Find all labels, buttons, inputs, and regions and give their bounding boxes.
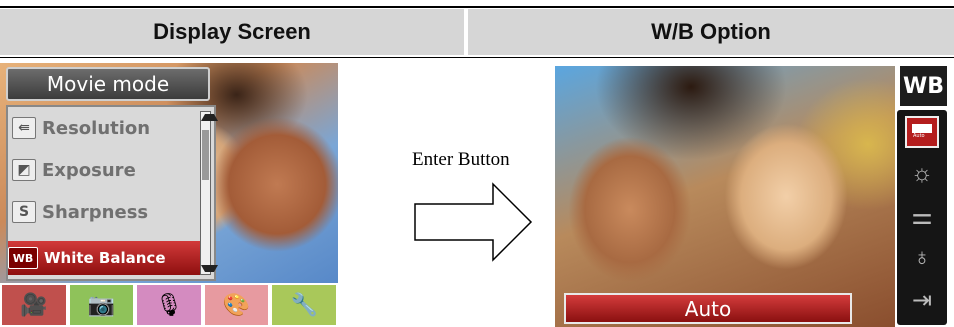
right-arrow-icon xyxy=(414,182,533,262)
menu-item-white-balance[interactable]: WB White Balance xyxy=(8,241,200,275)
tab-effects[interactable]: 🎨 xyxy=(202,283,271,327)
sharpness-icon: S xyxy=(12,201,36,223)
wb-option-tungsten[interactable]: ♁ xyxy=(905,242,939,274)
movie-camera-icon: 🎥 xyxy=(20,292,48,317)
enter-button-label: Enter Button xyxy=(412,149,510,170)
menu-item-label: Exposure xyxy=(42,159,136,181)
menu-item-sharpness[interactable]: S Sharpness xyxy=(12,195,200,229)
scroll-down-arrow-icon[interactable] xyxy=(201,265,218,272)
sun-icon: ☼ xyxy=(911,160,933,187)
microphone-icon: 🎙 xyxy=(155,292,183,317)
tab-movie[interactable]: 🎥 xyxy=(0,283,68,327)
wb-option-daylight[interactable]: ☼ xyxy=(905,158,939,190)
wb-badge: WB xyxy=(900,66,947,106)
display-screen-header: Display Screen xyxy=(0,9,464,55)
scroll-up-arrow-icon[interactable] xyxy=(201,114,218,121)
tab-camera[interactable]: 📷 xyxy=(67,283,136,327)
wb-option-photo xyxy=(555,66,895,327)
top-rule xyxy=(0,6,954,8)
exposure-icon: ◩ xyxy=(12,159,36,181)
exit-icon: ⇥ xyxy=(911,286,933,314)
fluorescent-icon: ⚌ xyxy=(911,202,933,230)
tab-setup[interactable]: 🔧 xyxy=(270,283,338,327)
menu-item-resolution[interactable]: ⇚ Resolution xyxy=(12,111,200,145)
wb-options-panel: Auto ☼ ⚌ ♁ ⇥ xyxy=(897,110,947,325)
wb-option-auto[interactable]: Auto xyxy=(905,116,939,148)
menu-item-label: White Balance xyxy=(44,249,166,267)
menu-item-exposure[interactable]: ◩ Exposure xyxy=(12,153,200,187)
menu-item-label: Resolution xyxy=(42,117,151,139)
bulb-icon: ♁ xyxy=(913,244,931,271)
settings-menu: ⇚ Resolution ◩ Exposure S Sharpness WB W… xyxy=(6,105,218,281)
menu-scrollbar[interactable] xyxy=(200,111,218,275)
display-screen-photo: Movie mode ⇚ Resolution ◩ Exposure S Sha… xyxy=(0,63,338,327)
tools-icon: 🔧 xyxy=(290,292,318,317)
mode-title: Movie mode xyxy=(6,67,210,101)
menu-item-label: Sharpness xyxy=(42,201,149,223)
wb-auto-icon: Auto xyxy=(910,124,934,140)
wb-option-header: W/B Option xyxy=(468,9,954,55)
wb-option-exit[interactable]: ⇥ xyxy=(905,284,939,316)
wb-option-fluorescent[interactable]: ⚌ xyxy=(905,200,939,232)
palette-icon: 🎨 xyxy=(222,292,251,317)
white-balance-icon: WB xyxy=(8,247,38,269)
header-rule xyxy=(0,57,954,58)
wb-current-value: Auto xyxy=(564,293,852,324)
camera-icon: 📷 xyxy=(87,292,116,317)
scroll-thumb[interactable] xyxy=(202,130,209,180)
tab-audio[interactable]: 🎙 xyxy=(135,283,203,327)
mode-tab-bar: 🎥 📷 🎙 🎨 🔧 xyxy=(0,283,338,327)
resolution-icon: ⇚ xyxy=(12,117,36,139)
